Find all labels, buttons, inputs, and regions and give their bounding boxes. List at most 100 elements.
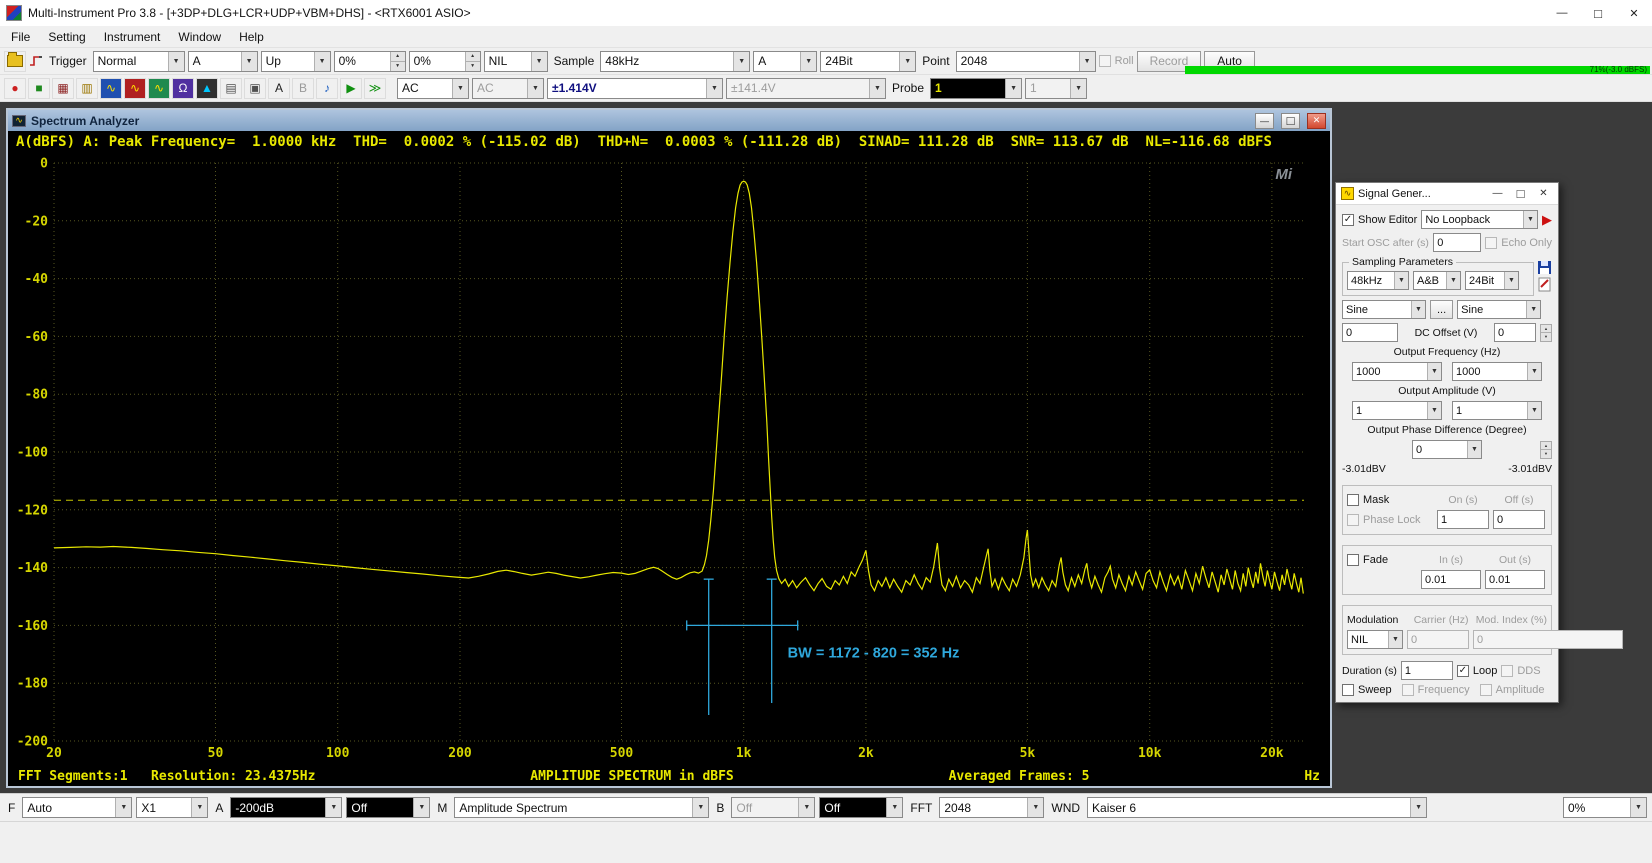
spin-down-icon[interactable]	[1541, 333, 1551, 341]
siggen-minimize-icon[interactable]	[1488, 188, 1507, 199]
spin-up-icon[interactable]	[1541, 442, 1551, 451]
multimeter-icon[interactable]: Ω	[172, 78, 194, 99]
siggen-bits-select[interactable]: 24Bit	[1465, 271, 1519, 290]
probe-a-select[interactable]: 1	[930, 78, 1022, 99]
signal-generator-icon[interactable]: ∿	[148, 78, 170, 99]
carrier-input[interactable]	[1407, 630, 1469, 649]
phase-lock-checkbox[interactable]	[1347, 514, 1359, 526]
mask-off-input[interactable]	[1493, 510, 1545, 529]
siggen-close-icon[interactable]	[1534, 188, 1553, 199]
probe-b-select[interactable]: 1	[1025, 78, 1087, 99]
start-osc-input[interactable]	[1433, 233, 1481, 252]
child-minimize-icon[interactable]	[1255, 113, 1274, 129]
spin-up-icon[interactable]	[466, 52, 480, 62]
spin-up-icon[interactable]	[391, 52, 405, 62]
dc-offset-b-input[interactable]	[1494, 323, 1536, 342]
a-option-select[interactable]: Off	[346, 797, 430, 818]
mod-index-input[interactable]	[1473, 630, 1623, 649]
coupling-a-select[interactable]: AC	[397, 78, 469, 99]
range-b-select[interactable]: ±141.4V	[726, 78, 886, 99]
menu-file[interactable]: File	[2, 28, 39, 46]
oscilloscope-icon[interactable]: ∿	[100, 78, 122, 99]
sweep-amplitude-checkbox[interactable]	[1480, 684, 1492, 696]
bit-depth-select[interactable]: 24Bit	[820, 51, 916, 72]
derived-data-icon[interactable]: ▥	[76, 78, 98, 99]
fade-in-input[interactable]	[1421, 570, 1481, 589]
spectrum-window-titlebar[interactable]: ∿ Spectrum Analyzer	[8, 110, 1330, 131]
window-function-select[interactable]: Kaiser 6	[1087, 797, 1427, 818]
waveform-a-select[interactable]: Sine	[1342, 300, 1426, 319]
record-icon[interactable]: ●	[4, 78, 26, 99]
mask-on-input[interactable]	[1437, 510, 1489, 529]
save-icon[interactable]	[1537, 260, 1552, 275]
trigger-edge-select[interactable]: Up	[261, 51, 331, 72]
close-icon[interactable]	[1616, 0, 1652, 26]
dc-offset-a-input[interactable]	[1342, 323, 1398, 342]
signal-generator-titlebar[interactable]: ∿ Signal Gener...	[1336, 183, 1558, 205]
siggen-channels-select[interactable]: A&B	[1413, 271, 1461, 290]
menu-window[interactable]: Window	[169, 28, 230, 46]
fft-points-select[interactable]: 2048	[956, 51, 1096, 72]
menu-help[interactable]: Help	[230, 28, 273, 46]
show-editor-checkbox[interactable]	[1342, 214, 1354, 226]
open-file-button[interactable]	[4, 51, 26, 72]
sample-rate-select[interactable]: 48kHz	[600, 51, 750, 72]
label-a-icon[interactable]: A	[268, 78, 290, 99]
frequency-a-select[interactable]: 1000	[1352, 362, 1442, 381]
fade-out-input[interactable]	[1485, 570, 1545, 589]
child-restore-icon[interactable]	[1281, 113, 1300, 129]
zoom-select[interactable]: X1	[136, 797, 208, 818]
spectrum-analyzer-icon[interactable]: ∿	[124, 78, 146, 99]
spectrum-3d-icon[interactable]: ▲	[196, 78, 218, 99]
a-range-select[interactable]: -200dB	[230, 797, 342, 818]
menu-setting[interactable]: Setting	[39, 28, 94, 46]
spin-down-icon[interactable]	[466, 62, 480, 71]
amplitude-a-select[interactable]: 1	[1352, 401, 1442, 420]
siggen-rate-select[interactable]: 48kHz	[1347, 271, 1409, 290]
b-range-select[interactable]: Off	[731, 797, 815, 818]
dds-checkbox[interactable]	[1501, 665, 1513, 677]
modulation-type-select[interactable]: NIL	[1347, 630, 1403, 649]
frequency-b-select[interactable]: 1000	[1452, 362, 1542, 381]
duration-input[interactable]	[1401, 661, 1453, 680]
trigger-delay-spinner[interactable]: 0%	[409, 51, 481, 72]
coupling-b-select[interactable]: AC	[472, 78, 544, 99]
stop-icon[interactable]: ■	[28, 78, 50, 99]
phase-difference-select[interactable]: 0	[1412, 440, 1482, 459]
loopback-select[interactable]: No Loopback	[1421, 210, 1538, 229]
play-icon[interactable]: ▶	[340, 78, 362, 99]
data-logger-icon[interactable]: ▦	[52, 78, 74, 99]
copy-icon[interactable]: ▣	[244, 78, 266, 99]
sweep-frequency-checkbox[interactable]	[1402, 684, 1414, 696]
sample-channel-select[interactable]: A	[753, 51, 817, 72]
frequency-axis-select[interactable]: Auto	[22, 797, 132, 818]
sweep-checkbox[interactable]	[1342, 684, 1354, 696]
siggen-maximize-icon[interactable]	[1511, 186, 1530, 201]
waveform-b-select[interactable]: Sine	[1457, 300, 1541, 319]
trigger-level-spinner[interactable]: 0%	[334, 51, 406, 72]
trigger-hpf-select[interactable]: NIL	[484, 51, 548, 72]
dc-offset-spinner[interactable]	[1540, 324, 1552, 342]
spin-down-icon[interactable]	[391, 62, 405, 71]
fft-size-select[interactable]: 2048	[939, 797, 1044, 818]
loopback-play-icon[interactable]: ≫	[364, 78, 386, 99]
echo-only-checkbox[interactable]	[1485, 237, 1497, 249]
edit-waveform-icon[interactable]	[1537, 277, 1552, 292]
print-icon[interactable]: ▤	[220, 78, 242, 99]
trigger-mode-select[interactable]: Normal	[93, 51, 185, 72]
phase-spinner[interactable]	[1540, 441, 1552, 459]
child-close-icon[interactable]	[1307, 113, 1326, 129]
trigger-source-select[interactable]: A	[188, 51, 258, 72]
speaker-icon[interactable]: ♪	[316, 78, 338, 99]
label-b-icon[interactable]: B	[292, 78, 314, 99]
start-output-button[interactable]: ▶	[1542, 213, 1552, 226]
spectrum-plot[interactable]: 20501002005001k2k5k10k20k0-20-40-60-80-1…	[8, 153, 1330, 766]
range-a-select[interactable]: ±1.414V	[547, 78, 723, 99]
spin-down-icon[interactable]	[1541, 450, 1551, 458]
overlap-select[interactable]: 0%	[1563, 797, 1647, 818]
mask-checkbox[interactable]	[1347, 494, 1359, 506]
minimize-icon[interactable]	[1544, 0, 1580, 26]
amplitude-b-select[interactable]: 1	[1452, 401, 1542, 420]
b-option-select[interactable]: Off	[819, 797, 903, 818]
maximize-icon[interactable]	[1580, 0, 1616, 26]
